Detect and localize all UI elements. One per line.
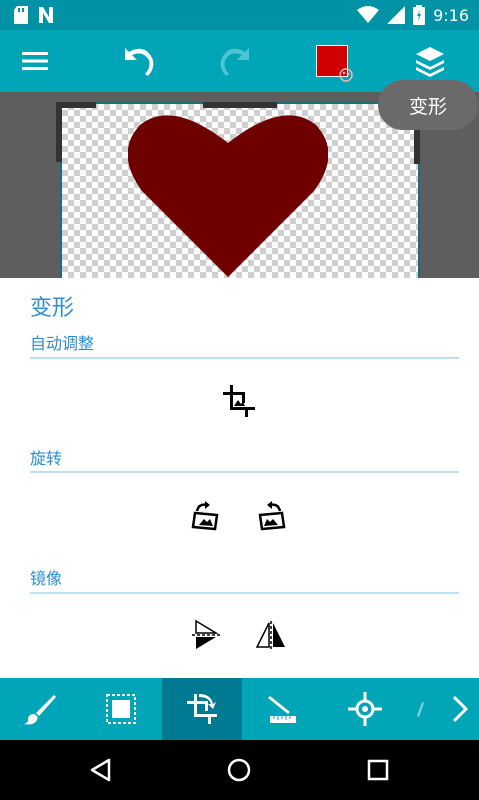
divider (30, 471, 459, 473)
crop-handle-top-right[interactable] (414, 128, 420, 164)
home-icon (227, 758, 251, 782)
sd-card-icon (14, 6, 28, 24)
heart-shape (128, 115, 328, 277)
clock: 9:16 (433, 5, 469, 25)
line-tool-button[interactable] (242, 678, 324, 740)
redo-button[interactable] (206, 30, 266, 92)
rotate-left-button[interactable] (186, 496, 226, 536)
back-icon (90, 758, 111, 782)
divider (30, 592, 459, 594)
redo-icon (220, 48, 249, 76)
section-rotate-label: 旋转 (30, 449, 63, 468)
crop-icon (223, 385, 255, 417)
auto-crop-button[interactable] (219, 381, 259, 421)
line-icon (268, 696, 296, 723)
select-tool-button[interactable] (80, 678, 162, 740)
rotate-left-icon (191, 501, 219, 531)
color-picker-button[interactable] (302, 30, 362, 92)
crop-handle-top-center[interactable] (203, 102, 277, 108)
move-tool-button[interactable] (324, 678, 406, 740)
back-button[interactable] (70, 740, 130, 800)
partial-tool-icon (417, 702, 424, 717)
battery-icon (413, 5, 426, 25)
rotate-right-icon (258, 501, 286, 531)
divider (30, 357, 459, 359)
section-mirror-label: 镜像 (30, 569, 63, 588)
crop-handle-top-left-vertical[interactable] (56, 102, 62, 162)
transform-panel: 变形 自动调整 旋转 镜像 (0, 278, 479, 678)
flip-horizontal-icon (255, 621, 285, 649)
signal-icon (387, 6, 406, 24)
color-swatch (316, 45, 353, 82)
more-tool-button[interactable] (406, 678, 436, 740)
panel-title: 变形 (30, 296, 75, 321)
wifi-icon (357, 6, 380, 23)
transform-tool-button[interactable] (162, 678, 242, 740)
home-button[interactable] (209, 740, 269, 800)
layers-icon (416, 47, 444, 77)
notification-n-icon (39, 7, 53, 23)
next-tools-button[interactable] (440, 678, 479, 740)
transform-icon (187, 694, 217, 724)
status-bar: 9:16 (0, 0, 479, 30)
recents-icon (367, 759, 389, 781)
rotate-right-button[interactable] (251, 496, 291, 536)
menu-icon (22, 52, 48, 70)
recents-button[interactable] (348, 740, 408, 800)
undo-icon (125, 48, 154, 76)
move-icon (348, 692, 382, 726)
select-icon (106, 694, 136, 724)
undo-button[interactable] (108, 30, 168, 92)
palette-icon (339, 68, 353, 82)
flip-vertical-icon (192, 619, 220, 649)
bottom-toolbar (0, 678, 479, 740)
brush-icon (24, 695, 56, 725)
section-auto-adjust-label: 自动调整 (30, 334, 95, 353)
flip-horizontal-button[interactable] (251, 615, 291, 655)
tooltip: 变形 (378, 80, 478, 130)
navigation-bar (0, 740, 479, 800)
menu-button[interactable] (5, 30, 65, 92)
brush-tool-button[interactable] (0, 678, 80, 740)
crop-handle-top-left[interactable] (56, 102, 96, 108)
flip-vertical-button[interactable] (186, 615, 226, 655)
chevron-right-icon (452, 695, 468, 723)
